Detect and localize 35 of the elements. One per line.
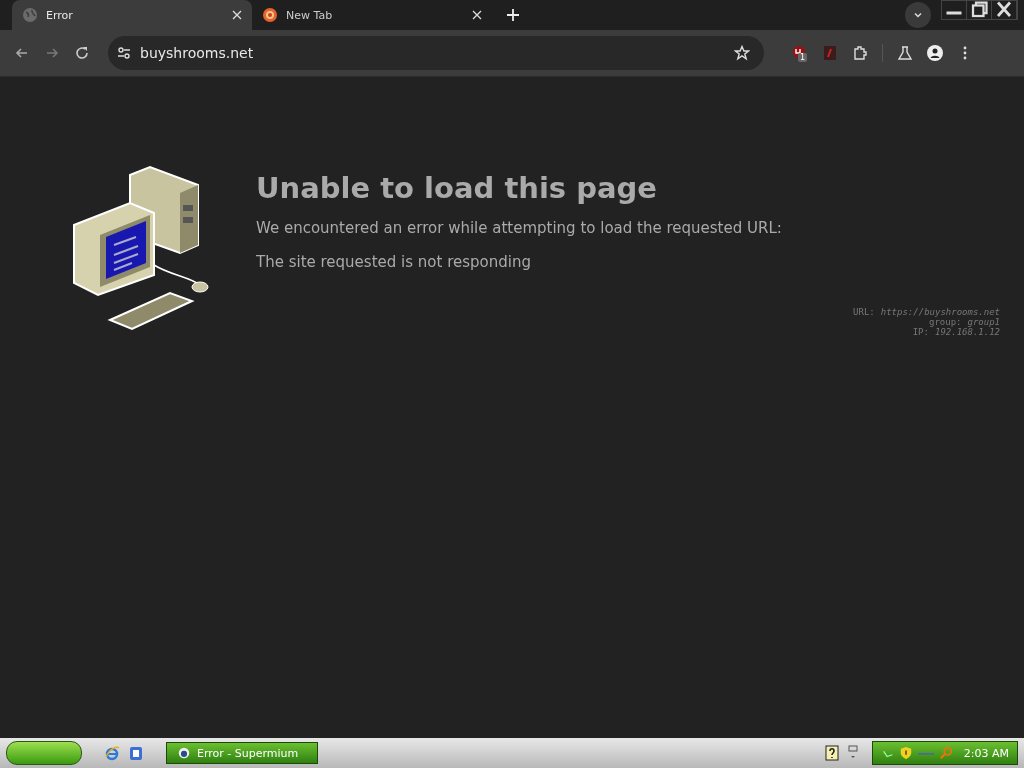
- browser-logo-icon: [262, 7, 278, 23]
- address-bar[interactable]: buyshrooms.net: [108, 36, 764, 70]
- browser-tab[interactable]: New Tab: [252, 0, 492, 30]
- detail-value: group1: [967, 317, 1000, 327]
- star-icon[interactable]: [734, 45, 750, 61]
- error-message: We encountered an error while attempting to load the requested URL:: [256, 219, 782, 237]
- internet-explorer-icon[interactable]: [104, 745, 120, 761]
- extension-badge: 1: [798, 53, 808, 62]
- detail-label: group:: [928, 317, 962, 327]
- browser-tab[interactable]: Error: [12, 0, 252, 30]
- new-tab-icon[interactable]: [506, 8, 520, 22]
- detail-label: URL:: [853, 307, 875, 317]
- error-heading: Unable to load this page: [256, 171, 658, 205]
- window-switch-icon[interactable]: [848, 745, 858, 761]
- help-icon[interactable]: [824, 745, 840, 761]
- extension-icon[interactable]: [822, 45, 838, 61]
- puzzle-icon[interactable]: [852, 45, 868, 61]
- reload-icon[interactable]: [74, 45, 90, 61]
- browser-logo-icon: [177, 746, 191, 760]
- document-icon[interactable]: [128, 745, 144, 761]
- flask-icon[interactable]: [897, 45, 913, 61]
- clock: 2:03 AM: [963, 746, 1009, 760]
- profile-icon[interactable]: [927, 45, 943, 61]
- tab-title: New Tab: [286, 8, 334, 22]
- error-reason: The site requested is not responding: [256, 253, 532, 271]
- tab-title: Error: [46, 8, 74, 22]
- start-button[interactable]: [6, 741, 82, 765]
- caret-icon: [913, 10, 923, 20]
- globe-icon: [22, 7, 38, 23]
- detail-value: https://buyshrooms.net: [880, 307, 1000, 317]
- detail-value: 192.168.1.12: [934, 327, 1000, 337]
- site-settings-icon[interactable]: [116, 45, 132, 61]
- address-text: buyshrooms.net: [140, 45, 254, 61]
- shield-icon[interactable]: [899, 746, 913, 760]
- detail-label: IP:: [912, 327, 929, 337]
